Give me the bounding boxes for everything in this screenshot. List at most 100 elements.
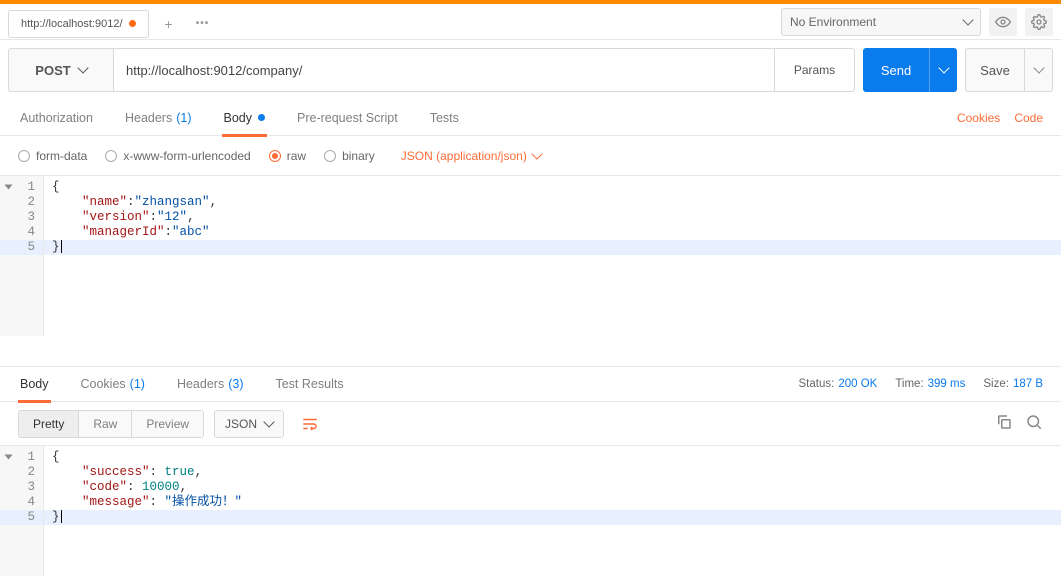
header-row: http://localhost:9012/ + ••• No Environm… <box>0 4 1061 40</box>
tab-prerequest[interactable]: Pre-request Script <box>295 100 400 136</box>
environment-quicklook-button[interactable] <box>989 8 1017 36</box>
radio-urlencoded[interactable]: x-www-form-urlencoded <box>105 149 250 163</box>
radio-icon <box>269 150 281 162</box>
status-meta: Status:200 OK <box>799 378 878 390</box>
format-select[interactable]: JSON <box>214 410 284 438</box>
response-body-editor[interactable]: 1 2 3 4 5 { "success": true, "code": 100… <box>0 446 1061 576</box>
request-tab[interactable]: http://localhost:9012/ <box>8 10 149 38</box>
radio-form-data[interactable]: form-data <box>18 149 87 163</box>
chevron-down-icon <box>77 62 88 73</box>
send-button[interactable]: Send <box>863 48 929 92</box>
search-response-button[interactable] <box>1025 413 1043 434</box>
new-tab-button[interactable]: + <box>155 10 183 38</box>
radio-icon <box>324 150 336 162</box>
meta-value: 200 OK <box>838 378 877 390</box>
code-token: true <box>165 465 195 479</box>
code-area[interactable]: { "name":"zhangsan", "version":"12", "ma… <box>44 176 1061 336</box>
radio-label: x-www-form-urlencoded <box>123 149 250 163</box>
tab-count: (3) <box>228 377 243 391</box>
tab-headers[interactable]: Headers(1) <box>123 100 194 136</box>
code-token: } <box>52 240 60 254</box>
code-token: "操作成功！" <box>165 495 243 509</box>
request-row: POST http://localhost:9012/company/ Para… <box>8 48 1053 92</box>
tab-label: Cookies <box>81 377 126 391</box>
tab-label: Test Results <box>275 377 343 391</box>
meta-label: Time: <box>895 378 923 390</box>
params-button[interactable]: Params <box>775 48 855 92</box>
request-tabs-right: Cookies Code <box>957 111 1043 125</box>
tab-count: (1) <box>130 377 145 391</box>
tab-label: Tests <box>430 111 459 125</box>
tab-label: Body <box>224 111 253 125</box>
cookies-link[interactable]: Cookies <box>957 111 1000 125</box>
tab-body[interactable]: Body <box>222 100 268 136</box>
params-label: Params <box>794 63 835 77</box>
size-meta: Size:187 B <box>983 378 1043 390</box>
tab-authorization[interactable]: Authorization <box>18 100 95 136</box>
tab-label: Authorization <box>20 111 93 125</box>
response-tabs: Body Cookies(1) Headers(3) Test Results … <box>0 366 1061 402</box>
radio-label: raw <box>287 149 306 163</box>
radio-binary[interactable]: binary <box>324 149 375 163</box>
code-link[interactable]: Code <box>1014 111 1043 125</box>
resp-tab-headers[interactable]: Headers(3) <box>175 366 246 402</box>
method-select[interactable]: POST <box>8 48 114 92</box>
save-group: Save <box>965 48 1053 92</box>
send-options-button[interactable] <box>929 48 957 92</box>
request-body-editor[interactable]: 1 2 3 4 5 { "name":"zhangsan", "version"… <box>0 176 1061 336</box>
content-type-label: JSON (application/json) <box>401 149 527 163</box>
resp-tab-cookies[interactable]: Cookies (1) <box>79 366 147 402</box>
view-pretty-button[interactable]: Pretty <box>19 411 78 437</box>
code-area[interactable]: { "success": true, "code": 10000, "messa… <box>44 446 1061 576</box>
radio-label: form-data <box>36 149 87 163</box>
radio-label: binary <box>342 149 375 163</box>
unsaved-dot-icon <box>129 20 136 27</box>
chevron-down-icon <box>938 62 949 73</box>
modified-dot-icon <box>258 114 265 121</box>
meta-label: Status: <box>799 378 835 390</box>
fold-icon <box>5 455 13 460</box>
url-value: http://localhost:9012/company/ <box>126 63 302 78</box>
environment-label: No Environment <box>790 15 876 29</box>
chevron-down-icon <box>531 148 542 159</box>
chevron-down-icon <box>263 416 274 427</box>
tab-options-button[interactable]: ••• <box>189 10 217 38</box>
code-token: { <box>52 180 60 194</box>
resp-tab-body[interactable]: Body <box>18 366 51 402</box>
content-type-select[interactable]: JSON (application/json) <box>401 149 541 163</box>
response-meta: Status:200 OK Time:399 ms Size:187 B <box>799 378 1044 390</box>
radio-raw[interactable]: raw <box>269 149 306 163</box>
line-gutter: 1 2 3 4 5 <box>0 176 44 336</box>
code-token: "message" <box>82 495 150 509</box>
method-label: POST <box>35 63 70 78</box>
copy-response-button[interactable] <box>995 413 1013 434</box>
send-label: Send <box>881 63 911 78</box>
view-raw-button[interactable]: Raw <box>78 411 131 437</box>
response-toolbar: Pretty Raw Preview JSON <box>0 402 1061 446</box>
radio-icon <box>105 150 117 162</box>
tab-count: (1) <box>176 111 191 125</box>
environment-select[interactable]: No Environment <box>781 8 981 36</box>
meta-value: 187 B <box>1013 378 1043 390</box>
body-options: form-data x-www-form-urlencoded raw bina… <box>0 136 1061 176</box>
view-preview-button[interactable]: Preview <box>131 411 203 437</box>
response-toolbar-right <box>995 413 1043 434</box>
code-token: "zhangsan" <box>135 195 210 209</box>
save-label: Save <box>980 63 1010 78</box>
code-token: "managerId" <box>82 225 165 239</box>
tab-tests[interactable]: Tests <box>428 100 461 136</box>
code-token: 10000 <box>142 480 180 494</box>
code-token: "success" <box>82 465 150 479</box>
chevron-down-icon <box>1033 62 1044 73</box>
send-group: Send <box>863 48 957 92</box>
line-gutter: 1 2 3 4 5 <box>0 446 44 576</box>
eye-icon <box>995 14 1011 30</box>
save-options-button[interactable] <box>1025 48 1053 92</box>
url-input[interactable]: http://localhost:9012/company/ <box>114 48 775 92</box>
settings-button[interactable] <box>1025 8 1053 36</box>
response-section: Body Cookies(1) Headers(3) Test Results … <box>0 366 1061 576</box>
save-button[interactable]: Save <box>965 48 1025 92</box>
request-tabs: http://localhost:9012/ + ••• <box>8 4 217 39</box>
resp-tab-tests[interactable]: Test Results <box>273 366 345 402</box>
wrap-lines-button[interactable] <box>294 409 326 439</box>
